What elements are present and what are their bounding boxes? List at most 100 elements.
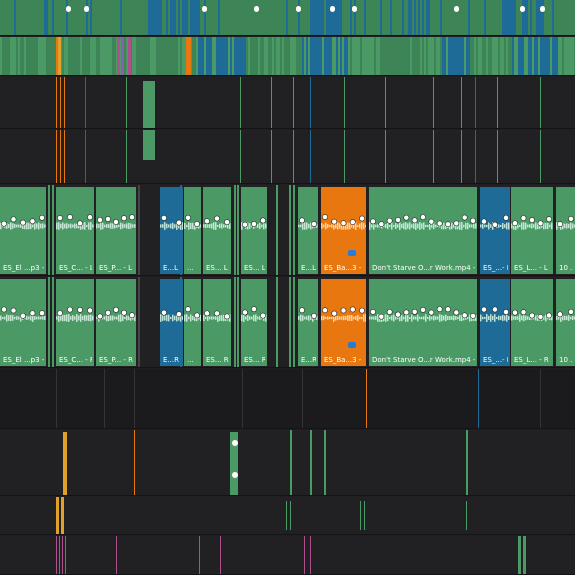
video-track-3[interactable] xyxy=(0,77,575,129)
audio-clip[interactable]: ES_El ...p3 - R xyxy=(0,279,46,366)
clip-edge[interactable] xyxy=(242,369,243,428)
video-clip-accent[interactable] xyxy=(128,37,131,75)
audio-clip[interactable]: ES_Ba...3 - L xyxy=(321,187,366,274)
audio-clip[interactable]: E...R xyxy=(298,279,318,366)
clip-edge[interactable] xyxy=(276,277,278,367)
clip-edge[interactable] xyxy=(433,77,434,128)
audio-track-3[interactable] xyxy=(0,369,575,429)
audio-clip[interactable] xyxy=(61,497,64,534)
audio-clip[interactable]: ... xyxy=(184,279,201,366)
audio-clip[interactable]: ES_Ba...3 - R xyxy=(321,279,366,366)
clip-edge[interactable] xyxy=(271,77,272,128)
video-clip-accent[interactable] xyxy=(188,37,191,75)
clip-edge[interactable] xyxy=(48,185,50,275)
clip-edge[interactable] xyxy=(234,185,236,275)
audio-clip[interactable]: ES... R xyxy=(241,279,267,366)
clip-edge[interactable] xyxy=(540,369,541,428)
clip-edge[interactable] xyxy=(475,130,476,183)
clip-edge[interactable] xyxy=(60,77,61,128)
audio-track-4[interactable] xyxy=(0,430,575,496)
clip-edge[interactable] xyxy=(138,185,140,275)
keyframe-dot[interactable] xyxy=(454,6,459,12)
clip-edge[interactable] xyxy=(62,536,63,574)
clip-edge[interactable] xyxy=(344,77,345,128)
clip-edge[interactable] xyxy=(52,277,54,367)
audio-clip[interactable]: ES... L xyxy=(203,187,231,274)
clip-edge[interactable] xyxy=(366,369,367,428)
audio-track-6[interactable] xyxy=(0,536,575,575)
video-clip-accent[interactable] xyxy=(117,37,120,75)
clip-edge[interactable] xyxy=(293,185,295,275)
clip-edge[interactable] xyxy=(290,430,292,495)
audio-clip[interactable]: E...R xyxy=(160,279,183,366)
clip-edge[interactable] xyxy=(56,77,57,128)
keyframe-dot[interactable] xyxy=(232,472,238,478)
clip-edge[interactable] xyxy=(293,130,294,183)
clip-edge[interactable] xyxy=(433,130,434,183)
clip-edge[interactable] xyxy=(385,77,386,128)
keyframe-dot[interactable] xyxy=(202,6,207,12)
video-clip-accent[interactable] xyxy=(58,37,61,75)
clip-edge[interactable] xyxy=(466,430,468,495)
clip-edge[interactable] xyxy=(289,277,291,367)
clip-edge[interactable] xyxy=(64,77,65,128)
clip-edge[interactable] xyxy=(302,369,303,428)
clip-edge[interactable] xyxy=(478,369,479,428)
clip-edge[interactable] xyxy=(497,77,498,128)
keyframe-dot[interactable] xyxy=(540,6,545,12)
clip-edge[interactable] xyxy=(271,130,272,183)
clip-edge[interactable] xyxy=(60,130,61,183)
clip-edge[interactable] xyxy=(304,536,305,574)
audio-clip[interactable] xyxy=(518,536,521,574)
clip-edge[interactable] xyxy=(240,130,241,183)
audio-clip[interactable]: ES_El ...p3 - L xyxy=(0,187,46,274)
keyframe-dot[interactable] xyxy=(520,6,525,12)
clip-edge[interactable] xyxy=(234,277,236,367)
clip-edge[interactable] xyxy=(286,501,287,530)
audio-clip[interactable]: 10 ... xyxy=(556,187,575,274)
clip-edge[interactable] xyxy=(310,536,311,574)
audio-clip[interactable] xyxy=(56,497,59,534)
audio-clip[interactable]: E...L xyxy=(298,187,318,274)
audio-clip[interactable]: ES_...- R xyxy=(480,279,510,366)
clip-edge[interactable] xyxy=(466,501,467,530)
audio-track-5[interactable] xyxy=(0,497,575,535)
clip-edge[interactable] xyxy=(293,277,295,367)
audio-track-left[interactable]: ES_El ...p3 - L ES_C... - L ES_P... - L E..… xyxy=(0,185,575,276)
audio-clip[interactable]: Don't Starve O...r Work.mp4 - L xyxy=(369,187,477,274)
clip-edge[interactable] xyxy=(240,77,241,128)
clip-edge[interactable] xyxy=(59,536,60,574)
clip-edge[interactable] xyxy=(52,185,54,275)
clip-edge[interactable] xyxy=(56,369,57,428)
clip-marker[interactable] xyxy=(348,250,356,256)
clip-edge[interactable] xyxy=(65,536,66,574)
audio-clip[interactable]: Don't Starve O...r Work.mp4 - R xyxy=(369,279,477,366)
keyframe-dot[interactable] xyxy=(352,6,357,12)
clip-edge[interactable] xyxy=(85,130,86,183)
clip-edge[interactable] xyxy=(104,369,105,428)
clip-edge[interactable] xyxy=(138,277,140,367)
audio-clip[interactable]: ES... R xyxy=(203,279,231,366)
clip-edge[interactable] xyxy=(385,130,386,183)
audio-clip[interactable]: ES_...- L xyxy=(480,187,510,274)
audio-clip[interactable]: ES_C... - L xyxy=(56,187,94,274)
video-track-4[interactable] xyxy=(0,130,575,184)
clip-edge[interactable] xyxy=(134,430,135,495)
video-clip[interactable] xyxy=(143,81,155,128)
clip-edge[interactable] xyxy=(289,185,291,275)
audio-clip[interactable]: ES... L xyxy=(241,187,267,274)
clip-edge[interactable] xyxy=(237,277,239,367)
clip-edge[interactable] xyxy=(475,77,476,128)
clip-edge[interactable] xyxy=(310,77,311,128)
audio-track-right[interactable]: ES_El ...p3 - R ES_C... - R ES_P... - R E..… xyxy=(0,277,575,368)
clip-marker[interactable] xyxy=(348,342,356,348)
video-clip-accent[interactable] xyxy=(121,37,124,75)
clip-edge[interactable] xyxy=(276,185,278,275)
audio-clip[interactable] xyxy=(523,536,526,574)
clip-edge[interactable] xyxy=(134,369,135,428)
clip-edge[interactable] xyxy=(290,501,291,530)
clip-edge[interactable] xyxy=(461,130,462,183)
clip-edge[interactable] xyxy=(126,77,127,128)
clip-edge[interactable] xyxy=(237,185,239,275)
clip-edge[interactable] xyxy=(293,77,294,128)
